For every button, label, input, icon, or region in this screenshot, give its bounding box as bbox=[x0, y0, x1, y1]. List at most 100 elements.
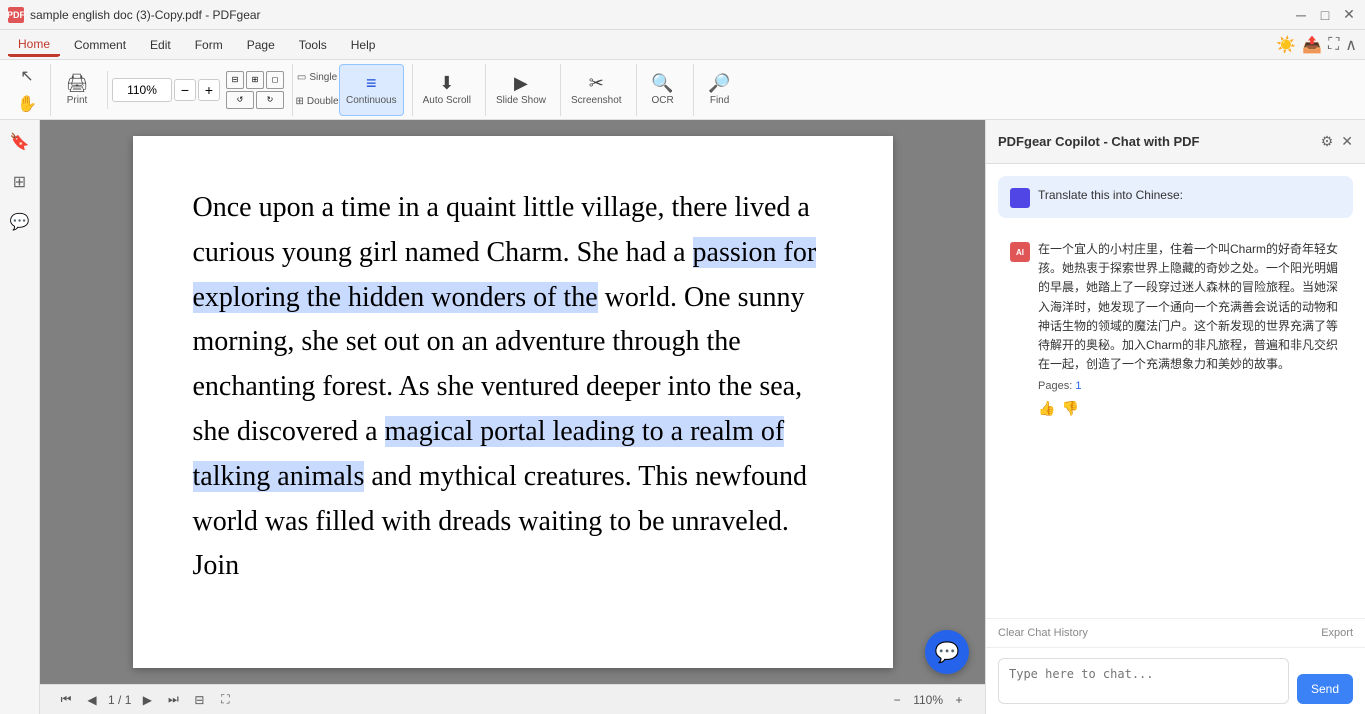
fit-width-button[interactable]: ⊟ bbox=[226, 71, 244, 89]
share-icon[interactable]: 📤 bbox=[1302, 35, 1322, 55]
rotate-right-button[interactable]: ↻ bbox=[256, 91, 284, 109]
zoom-out-button[interactable]: − bbox=[174, 79, 196, 101]
ai-message-text: 在一个宜人的小村庄里，住着一个叫Charm的好奇年轻女孩。她热衷于探索世界上隐藏… bbox=[1038, 242, 1338, 371]
sidebar-bookmark-icon[interactable]: 🔖 bbox=[6, 128, 34, 156]
highlighted-text-2: magical portal leading to a realm of tal… bbox=[193, 416, 785, 492]
fit-view-button[interactable]: ⊟ bbox=[189, 690, 209, 710]
auto-scroll-icon: ⬇ bbox=[439, 74, 454, 92]
slide-show-button[interactable]: ▶ Slide Show bbox=[490, 64, 552, 116]
clear-history-button[interactable]: Clear Chat History bbox=[998, 627, 1088, 639]
user-message-text: Translate this into Chinese: bbox=[1038, 186, 1183, 204]
menu-page[interactable]: Page bbox=[237, 34, 285, 56]
find-group: 🔎 Find bbox=[693, 64, 746, 116]
menu-comment[interactable]: Comment bbox=[64, 34, 136, 56]
page-link[interactable]: 1 bbox=[1075, 380, 1081, 392]
zoom-group: − + ⊟ ⊞ ◻ ↺ ↻ bbox=[107, 71, 288, 109]
pdf-page: Once upon a time in a quaint little vill… bbox=[133, 136, 893, 668]
single-view-button[interactable]: ▭ Single bbox=[297, 67, 337, 89]
screenshot-group: ✂ Screenshot bbox=[560, 64, 632, 116]
close-button[interactable]: ✕ bbox=[1341, 7, 1357, 23]
minimize-button[interactable]: ─ bbox=[1293, 7, 1309, 23]
menu-form[interactable]: Form bbox=[185, 34, 233, 56]
print-icon: 🖨 bbox=[66, 74, 89, 92]
rotate-left-button[interactable]: ↺ bbox=[226, 91, 254, 109]
single-icon: ▭ bbox=[297, 72, 306, 83]
last-page-button[interactable]: ⏭ bbox=[163, 690, 183, 710]
sidebar-pages-icon[interactable]: ⊞ bbox=[6, 168, 34, 196]
view-mode-row1: ⊟ ⊞ ◻ bbox=[226, 71, 284, 89]
copilot-icon: 💬 bbox=[935, 640, 960, 665]
chat-close-icon[interactable]: ✕ bbox=[1341, 133, 1353, 150]
select-tool-button[interactable]: ↖ bbox=[12, 63, 42, 89]
main-content: 🔖 ⊞ 💬 Once upon a time in a quaint littl… bbox=[0, 120, 1365, 714]
chat-messages: Translate this into Chinese: AI 在一个宜人的小村… bbox=[986, 164, 1365, 618]
chat-header-actions: ⚙ ✕ bbox=[1321, 133, 1353, 150]
print-group: 🖨 Print bbox=[50, 64, 103, 116]
find-icon: 🔎 bbox=[708, 74, 730, 92]
ocr-group: 🔍 OCR bbox=[636, 64, 689, 116]
collapse-icon[interactable]: ∧ bbox=[1345, 35, 1357, 55]
expand-icon[interactable]: ⛶ bbox=[1328, 36, 1339, 54]
ai-avatar: AI bbox=[1010, 242, 1030, 262]
ai-message-1: AI 在一个宜人的小村庄里，住着一个叫Charm的好奇年轻女孩。她热衷于探索世界… bbox=[998, 230, 1353, 427]
menu-edit[interactable]: Edit bbox=[140, 34, 181, 56]
zoom-in-button[interactable]: + bbox=[198, 79, 220, 101]
theme-icon[interactable]: ☀️ bbox=[1276, 35, 1296, 55]
chat-input[interactable] bbox=[998, 658, 1289, 704]
double-view-button[interactable]: ⊞ Double bbox=[297, 91, 337, 113]
highlighted-text-1: passion for exploring the hidden wonders… bbox=[193, 237, 817, 313]
chat-settings-icon[interactable]: ⚙ bbox=[1321, 133, 1334, 150]
sidebar-comment-icon[interactable]: 💬 bbox=[6, 208, 34, 236]
auto-scroll-button[interactable]: ⬇ Auto Scroll bbox=[417, 64, 477, 116]
auto-scroll-group: ⬇ Auto Scroll bbox=[412, 64, 481, 116]
titlebar-left: PDF sample english doc (3)-Copy.pdf - PD… bbox=[8, 7, 261, 23]
print-button[interactable]: 🖨 Print bbox=[55, 64, 99, 116]
zoom-out-bottom-button[interactable]: − bbox=[887, 690, 907, 710]
menu-help[interactable]: Help bbox=[341, 34, 386, 56]
pan-tool-button[interactable]: ✋ bbox=[12, 91, 42, 117]
copilot-floating-button[interactable]: 💬 bbox=[925, 630, 969, 674]
thumbs-down-button[interactable]: 👎 bbox=[1061, 400, 1078, 417]
ai-message-content: 在一个宜人的小村庄里，住着一个叫Charm的好奇年轻女孩。她热衷于探索世界上隐藏… bbox=[1038, 240, 1341, 417]
slide-show-icon: ▶ bbox=[514, 74, 528, 92]
rotate-row: ↺ ↻ bbox=[226, 91, 284, 109]
screenshot-button[interactable]: ✂ Screenshot bbox=[565, 64, 628, 116]
export-button[interactable]: Export bbox=[1321, 627, 1353, 639]
zoom-controls: − + bbox=[112, 78, 220, 102]
menu-home[interactable]: Home bbox=[8, 33, 60, 57]
feedback-row: 👍 👎 bbox=[1038, 400, 1341, 417]
first-page-button[interactable]: ⏮ bbox=[56, 690, 76, 710]
menu-tools[interactable]: Tools bbox=[289, 34, 337, 56]
cursor-tools-group: ↖ ✋ bbox=[8, 63, 46, 117]
send-button[interactable]: Send bbox=[1297, 674, 1353, 704]
page-navigation: ⏮ ◀ 1 / 1 ▶ ⏭ ⊟ ⛶ bbox=[56, 690, 235, 710]
zoom-bottom-value: 110% bbox=[913, 693, 943, 707]
titlebar: PDF sample english doc (3)-Copy.pdf - PD… bbox=[0, 0, 1365, 30]
user-avatar bbox=[1010, 188, 1030, 208]
maximize-button[interactable]: □ bbox=[1317, 7, 1333, 23]
screenshot-icon: ✂ bbox=[589, 74, 604, 92]
zoom-input[interactable] bbox=[112, 78, 172, 102]
window-controls: ─ □ ✕ bbox=[1293, 7, 1357, 23]
view-mode-group: ▭ Single ⊞ Double ≡ Continuous bbox=[292, 64, 408, 116]
continuous-icon: ≡ bbox=[366, 74, 377, 92]
ocr-button[interactable]: 🔍 OCR bbox=[641, 64, 685, 116]
fullscreen-button[interactable]: ⛶ bbox=[215, 690, 235, 710]
thumbs-up-button[interactable]: 👍 bbox=[1038, 400, 1055, 417]
chat-header: PDFgear Copilot - Chat with PDF ⚙ ✕ bbox=[986, 120, 1365, 164]
find-button[interactable]: 🔎 Find bbox=[698, 64, 742, 116]
fit-page-button[interactable]: ⊞ bbox=[246, 71, 264, 89]
print-label: Print bbox=[67, 95, 88, 106]
app-icon: PDF bbox=[8, 7, 24, 23]
pdf-content: Once upon a time in a quaint little vill… bbox=[193, 186, 833, 589]
pages-reference: Pages: 1 bbox=[1038, 380, 1341, 392]
zoom-in-bottom-button[interactable]: + bbox=[949, 690, 969, 710]
continuous-view-button[interactable]: ≡ Continuous bbox=[339, 64, 404, 116]
prev-page-button[interactable]: ◀ bbox=[82, 690, 102, 710]
actual-size-button[interactable]: ◻ bbox=[266, 71, 284, 89]
slide-show-group: ▶ Slide Show bbox=[485, 64, 556, 116]
window-title: sample english doc (3)-Copy.pdf - PDFgea… bbox=[30, 8, 261, 22]
chat-actions-bar: Clear Chat History Export bbox=[986, 618, 1365, 647]
next-page-button[interactable]: ▶ bbox=[137, 690, 157, 710]
ocr-icon: 🔍 bbox=[651, 74, 673, 92]
